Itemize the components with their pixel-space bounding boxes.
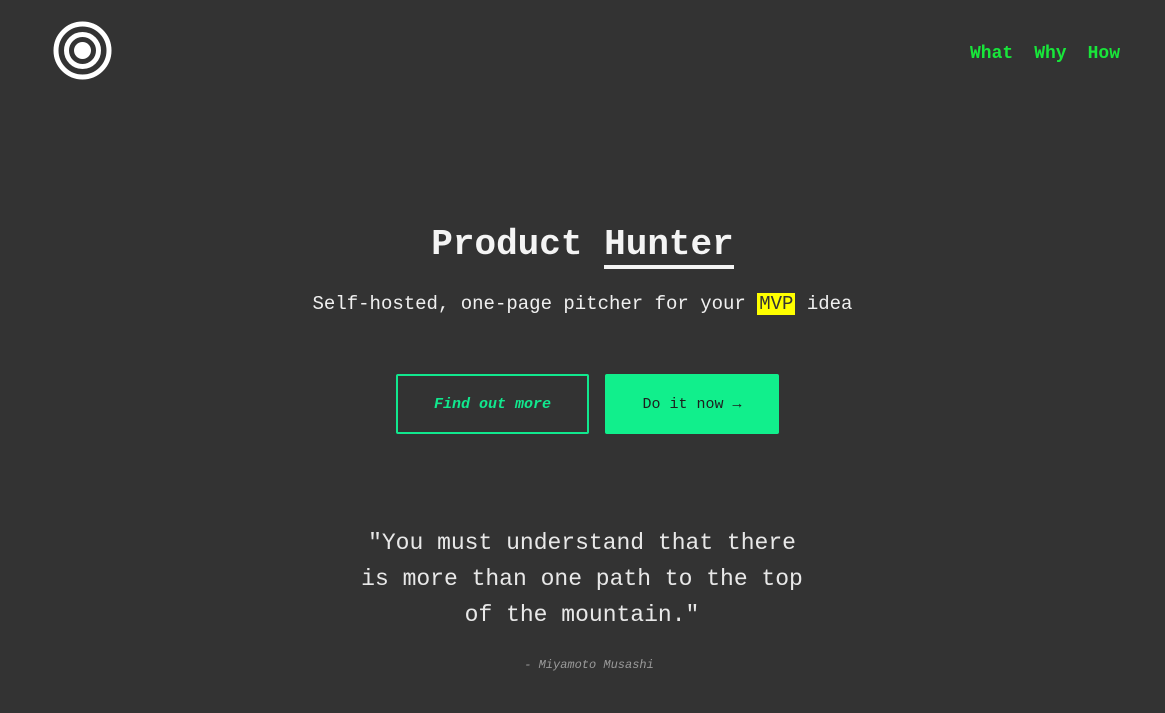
subtitle-text-end: idea <box>806 293 853 315</box>
nav-link-how[interactable]: How <box>1088 43 1120 65</box>
nav-link-what[interactable]: What <box>970 43 1013 65</box>
quote-author: - Miyamoto Musashi <box>524 658 654 672</box>
title-part-product: Product <box>431 224 583 265</box>
main-nav: What Why How <box>970 43 1120 65</box>
nav-link-why[interactable]: Why <box>1034 43 1066 65</box>
do-it-now-button[interactable]: Do it now → <box>605 374 779 434</box>
page-title: Product Hunter <box>0 222 1165 269</box>
hero-subtitle: Self-hosted, one-page pitcher for your M… <box>0 291 1165 317</box>
cta-buttons: Find out more Do it now → <box>396 374 779 434</box>
subtitle-text: Self-hosted, one-page pitcher for your <box>312 293 746 315</box>
find-out-more-button[interactable]: Find out more <box>396 374 589 434</box>
title-part-hunter: Hunter <box>604 224 734 269</box>
logo-icon[interactable] <box>53 21 112 80</box>
mvp-highlight: MVP <box>757 293 796 315</box>
quote-text: "You must understand that there is more … <box>361 530 803 628</box>
